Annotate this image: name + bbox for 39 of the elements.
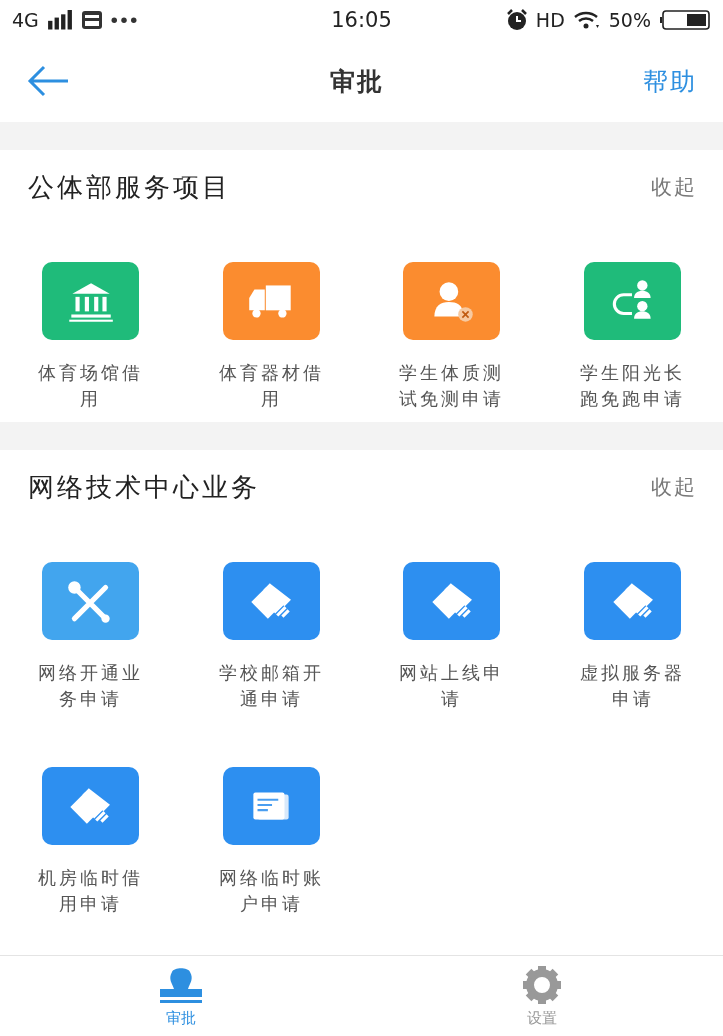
battery-percent: 50% xyxy=(608,9,651,31)
battery-icon xyxy=(659,10,711,30)
app-tile[interactable] xyxy=(222,262,320,340)
app-label: 虚拟服务器申请 xyxy=(579,661,687,711)
app-tile[interactable] xyxy=(403,262,501,340)
hd-indicator: HD xyxy=(535,9,565,31)
app-label: 体育场馆借用 xyxy=(36,361,144,411)
network-type: 4G xyxy=(12,9,39,31)
section-title: 公体部服务项目 xyxy=(28,170,231,204)
tab[interactable]: 审批 xyxy=(0,956,362,1036)
collapse-link[interactable]: 收起 xyxy=(651,473,697,501)
app-label: 体育器材借用 xyxy=(217,361,325,411)
tab[interactable]: 设置 xyxy=(361,956,723,1036)
app-label: 学校邮箱开通申请 xyxy=(217,661,325,711)
alarm-icon xyxy=(505,9,528,31)
app-tile[interactable] xyxy=(403,562,501,640)
app-label: 网络开通业务申请 xyxy=(36,661,144,711)
status-time: 16:05 xyxy=(331,8,392,32)
app-label: 网站上线申请 xyxy=(398,661,506,711)
app-tile[interactable] xyxy=(584,262,682,340)
app-tile[interactable] xyxy=(41,262,139,340)
signal-icon xyxy=(46,10,73,30)
app-label: 网络临时账户申请 xyxy=(217,866,325,916)
app-label: 机房临时借用申请 xyxy=(36,866,144,916)
help-link[interactable]: 帮助 xyxy=(643,64,697,98)
back-icon[interactable] xyxy=(26,64,70,98)
app-tile[interactable] xyxy=(222,562,320,640)
app-tile[interactable] xyxy=(41,767,139,845)
notification-icon xyxy=(80,10,103,30)
more-icon xyxy=(110,16,137,24)
app-tile[interactable] xyxy=(222,767,320,845)
wifi-icon xyxy=(572,10,601,30)
app-tile[interactable] xyxy=(584,562,682,640)
section-title: 网络技术中心业务 xyxy=(28,470,260,504)
app-label: 学生体质测试免测申请 xyxy=(398,361,506,411)
app-tile[interactable] xyxy=(41,562,139,640)
collapse-link[interactable]: 收起 xyxy=(651,173,697,201)
app-label: 学生阳光长跑免跑申请 xyxy=(579,361,687,411)
page-title: 审批 xyxy=(329,65,384,98)
